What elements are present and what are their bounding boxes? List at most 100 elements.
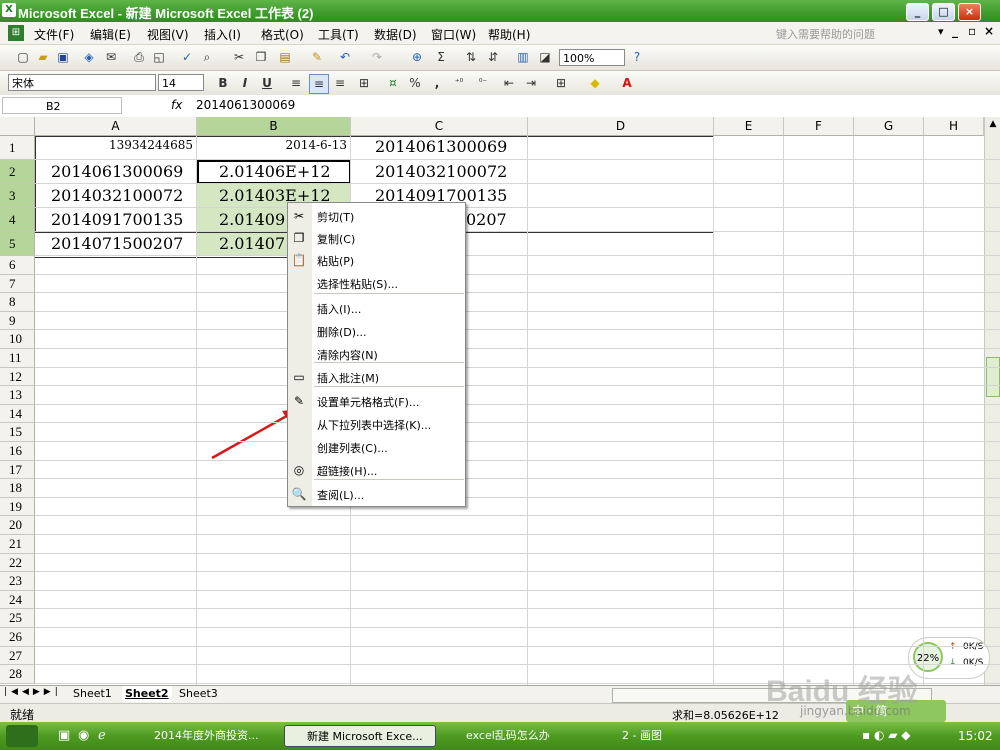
bold-button[interactable]: B — [214, 74, 232, 92]
fill-color-icon[interactable]: ◆ — [586, 74, 604, 92]
print-preview-icon[interactable]: ◱ — [150, 48, 168, 66]
row-header-8[interactable]: 8 — [0, 293, 35, 312]
row-header-1[interactable]: 1 — [0, 136, 35, 160]
menu-format[interactable]: 格式(O) — [261, 26, 304, 43]
font-size-select[interactable]: 14 — [158, 74, 204, 91]
drawing-icon[interactable]: ◪ — [536, 48, 554, 66]
task-folder[interactable]: excel乱码怎么办 — [444, 725, 594, 747]
show-desktop-icon[interactable]: ▣ — [58, 728, 70, 743]
task-excel[interactable]: 新建 Microsoft Exce... — [284, 725, 436, 747]
tab-scroll-arrows-icon[interactable]: |◀◀▶▶| — [4, 687, 62, 697]
font-name-select[interactable]: 宋体 — [8, 74, 156, 91]
menu-edit[interactable]: 编辑(E) — [90, 26, 131, 43]
row-header-12[interactable]: 12 — [0, 367, 35, 387]
italic-button[interactable]: I — [236, 74, 254, 92]
help-dropdown-icon[interactable]: ▾ — [938, 25, 944, 38]
row-header-27[interactable]: 27 — [0, 646, 35, 666]
worksheet-grid[interactable]: A B C D E F G H 13934244685 2014-6-13 20… — [0, 117, 1000, 685]
row-header-6[interactable]: 6 — [0, 256, 35, 275]
merge-center-icon[interactable]: ⊞ — [355, 74, 373, 92]
cut-icon[interactable]: ✂ — [230, 48, 248, 66]
insert-function-icon[interactable]: fx — [171, 98, 182, 112]
context-menu-item-4[interactable]: 插入(I)... — [288, 297, 465, 319]
menu-window[interactable]: 窗口(W) — [431, 26, 476, 43]
row-header-17[interactable]: 17 — [0, 460, 35, 480]
row-header-26[interactable]: 26 — [0, 628, 35, 647]
context-menu-item-10[interactable]: 创建列表(C)... — [288, 436, 465, 458]
open-icon[interactable]: ▰ — [34, 48, 52, 66]
menu-insert[interactable]: 插入(I) — [204, 26, 241, 43]
sort-ascending-icon[interactable]: ⇅ — [462, 48, 480, 66]
menu-data[interactable]: 数据(D) — [374, 26, 417, 43]
chart-wizard-icon[interactable]: ▥ — [514, 48, 532, 66]
doc-restore-button[interactable]: ▫ — [968, 24, 976, 38]
spelling-icon[interactable]: ✓ — [178, 48, 196, 66]
increase-indent-icon[interactable]: ⇥ — [522, 74, 540, 92]
menu-view[interactable]: 视图(V) — [147, 26, 189, 43]
start-button[interactable] — [6, 725, 38, 747]
workbook-icon[interactable]: ⊞ — [8, 25, 24, 41]
new-icon[interactable]: ▢ — [14, 48, 32, 66]
row-header-16[interactable]: 16 — [0, 442, 35, 461]
print-icon[interactable]: ⎙ — [130, 48, 148, 66]
tab-sheet3[interactable]: Sheet3 — [176, 686, 221, 702]
borders-icon[interactable]: ⊞ — [552, 74, 570, 92]
currency-icon[interactable]: ¤ — [384, 74, 402, 92]
help-icon[interactable]: ? — [628, 48, 646, 66]
browser-icon[interactable]: ◉ — [78, 728, 89, 743]
align-center-icon[interactable]: ≡ — [309, 74, 329, 94]
zoom-select[interactable]: 100% — [559, 49, 625, 66]
maximize-button[interactable]: □ — [932, 3, 955, 21]
task-paint[interactable]: 2 - 画图 — [600, 725, 730, 747]
format-painter-icon[interactable]: ✎ — [308, 48, 326, 66]
tray-icons[interactable]: ▪ ◐ ▰ ◆ — [862, 728, 911, 742]
context-menu-item-2[interactable]: 📋 粘贴(P) — [288, 249, 465, 271]
row-header-4[interactable]: 4 — [0, 208, 35, 232]
permission-icon[interactable]: ◈ — [80, 48, 98, 66]
row-header-13[interactable]: 13 — [0, 386, 35, 405]
row-header-3[interactable]: 3 — [0, 184, 35, 208]
row-header-24[interactable]: 24 — [0, 590, 35, 610]
percent-button[interactable]: % — [406, 74, 424, 92]
menu-tools[interactable]: 工具(T) — [318, 26, 359, 43]
context-menu-item-8[interactable]: ✎ 设置单元格格式(F)... — [288, 390, 465, 412]
undo-icon[interactable]: ↶ — [336, 48, 354, 66]
name-box[interactable]: B2 — [2, 97, 122, 114]
context-menu-item-0[interactable]: ✂ 剪切(T) — [288, 205, 465, 227]
context-menu-item-9[interactable]: 从下拉列表中选择(K)... — [288, 413, 465, 435]
autosum-icon[interactable]: Σ — [432, 48, 450, 66]
email-icon[interactable]: ✉ — [102, 48, 120, 66]
minimize-button[interactable]: _ — [906, 3, 929, 21]
redo-icon[interactable]: ↷ — [368, 48, 386, 66]
increase-decimal-icon[interactable]: ⁺⁰ — [450, 74, 468, 92]
menu-file[interactable]: 文件(F) — [34, 26, 74, 43]
row-header-23[interactable]: 23 — [0, 572, 35, 591]
comma-button[interactable]: , — [428, 74, 446, 92]
row-header-9[interactable]: 9 — [0, 311, 35, 331]
underline-button[interactable]: U — [258, 74, 276, 92]
menu-help[interactable]: 帮助(H) — [488, 26, 530, 43]
research-icon[interactable]: ⌕ — [198, 48, 216, 66]
decrease-decimal-icon[interactable]: ⁰⁻ — [474, 74, 492, 92]
context-menu-item-3[interactable]: 选择性粘贴(S)... — [288, 272, 465, 294]
row-header-10[interactable]: 10 — [0, 330, 35, 349]
close-button[interactable]: × — [958, 3, 981, 21]
row-header-15[interactable]: 15 — [0, 423, 35, 442]
row-header-19[interactable]: 19 — [0, 497, 35, 517]
row-header-5[interactable]: 5 — [0, 232, 35, 256]
context-menu-item-12[interactable]: 🔍 查阅(L)... — [288, 483, 465, 505]
tab-sheet2[interactable]: Sheet2 — [122, 686, 172, 702]
doc-close-button[interactable]: × — [984, 24, 994, 38]
decrease-indent-icon[interactable]: ⇤ — [500, 74, 518, 92]
font-color-icon[interactable]: A — [618, 74, 636, 92]
row-header-20[interactable]: 20 — [0, 516, 35, 535]
row-header-22[interactable]: 22 — [0, 553, 35, 573]
paste-icon[interactable]: ▤ — [276, 48, 294, 66]
row-header-25[interactable]: 25 — [0, 609, 35, 628]
align-right-icon[interactable]: ≡ — [331, 74, 349, 92]
ie-icon[interactable]: ℯ — [98, 728, 106, 743]
copy-icon[interactable]: ❐ — [252, 48, 270, 66]
tab-sheet1[interactable]: Sheet1 — [70, 686, 115, 702]
row-header-7[interactable]: 7 — [0, 274, 35, 294]
context-menu-item-1[interactable]: ❐ 复制(C) — [288, 227, 465, 249]
